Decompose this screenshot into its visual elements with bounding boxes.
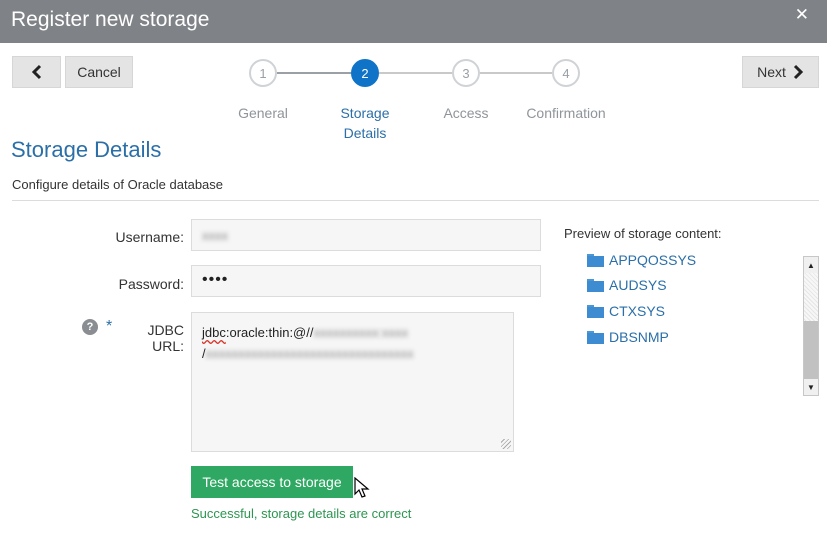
step-4-circle[interactable]: 4 xyxy=(552,59,580,87)
back-button[interactable] xyxy=(12,56,61,88)
next-button-label: Next xyxy=(757,64,786,80)
stepper-connector xyxy=(277,72,351,74)
jdbc-url-label: JDBC URL: xyxy=(147,322,184,354)
tree-item-appqossys[interactable]: APPQOSSYS xyxy=(587,252,696,268)
tree-item-label: DBSNMP xyxy=(609,329,669,345)
dialog-title: Register new storage xyxy=(11,8,210,31)
test-access-button[interactable]: Test access to storage xyxy=(191,466,353,498)
step-3-circle[interactable]: 3 xyxy=(452,59,480,87)
section-divider xyxy=(12,200,819,201)
help-icon[interactable]: ? xyxy=(82,319,98,335)
folder-icon xyxy=(587,330,604,344)
folder-icon xyxy=(587,304,604,318)
password-input[interactable]: •••• xyxy=(191,265,541,297)
resize-grip-icon[interactable] xyxy=(501,439,511,449)
tree-item-audsys[interactable]: AUDSYS xyxy=(587,277,667,293)
tree-item-dbsnmp[interactable]: DBSNMP xyxy=(587,329,669,345)
status-message: Successful, storage details are correct xyxy=(191,506,412,521)
storage-tree: APPQOSSYS AUDSYS CTXSYS DBSNMP xyxy=(584,248,796,396)
required-indicator: * xyxy=(106,318,113,335)
scroll-down-arrow-icon[interactable]: ▼ xyxy=(804,379,818,395)
tree-item-label: APPQOSSYS xyxy=(609,252,697,268)
chevron-left-icon xyxy=(31,64,41,80)
page-subtitle: Configure details of Oracle database xyxy=(12,177,224,192)
tree-item-ctxsys[interactable]: CTXSYS xyxy=(587,303,665,319)
jdbc-url-textarea[interactable]: jdbc:oracle:thin:@//xxxxxxxxxx:xxxx /xxx… xyxy=(191,312,514,452)
register-storage-dialog: Register new storage ✕ Cancel Next 1 2 3… xyxy=(0,0,827,536)
preview-scrollbar[interactable]: ▲ ▼ xyxy=(803,256,819,396)
folder-icon xyxy=(587,253,604,267)
jdbc-prefix: jdbc xyxy=(202,325,226,340)
step-2-label: Storage Details xyxy=(340,105,390,141)
jdbc-url-line-2: /xxxxxxxxxxxxxxxxxxxxxxxxxxxxxxxx xyxy=(202,343,503,364)
step-1-label: General xyxy=(238,105,288,121)
jdbc-protocol: :oracle:thin:@// xyxy=(225,325,314,340)
password-label: Password: xyxy=(118,276,184,292)
username-label: Username: xyxy=(115,229,184,245)
page-title: Storage Details xyxy=(11,137,162,162)
preview-label: Preview of storage content: xyxy=(564,226,722,241)
stepper-connector xyxy=(379,72,452,74)
folder-icon xyxy=(587,278,604,292)
cancel-button[interactable]: Cancel xyxy=(65,56,133,88)
jdbc-service: xxxxxxxxxxxxxxxxxxxxxxxxxxxxxxxx xyxy=(205,346,414,361)
username-input[interactable]: xxxx xyxy=(191,219,541,251)
scrollbar-thumb[interactable] xyxy=(804,321,818,379)
stepper-connector xyxy=(480,72,552,74)
jdbc-url-line-1: jdbc:oracle:thin:@//xxxxxxxxxx:xxxx xyxy=(202,322,503,343)
username-value: xxxx xyxy=(202,228,228,243)
close-icon[interactable]: ✕ xyxy=(795,6,809,23)
scroll-up-arrow-icon[interactable]: ▲ xyxy=(804,257,818,273)
step-1-circle[interactable]: 1 xyxy=(249,59,277,87)
tree-item-label: AUDSYS xyxy=(609,277,667,293)
chevron-right-icon xyxy=(793,64,804,80)
step-2-circle[interactable]: 2 xyxy=(351,59,379,87)
mouse-cursor-icon xyxy=(354,477,370,498)
next-button[interactable]: Next xyxy=(742,56,819,88)
step-3-label: Access xyxy=(443,105,489,121)
tree-item-label: CTXSYS xyxy=(609,303,666,319)
dialog-titlebar: Register new storage ✕ xyxy=(0,0,827,43)
step-4-label: Confirmation xyxy=(526,105,606,121)
jdbc-host: xxxxxxxxxx:xxxx xyxy=(313,325,409,340)
